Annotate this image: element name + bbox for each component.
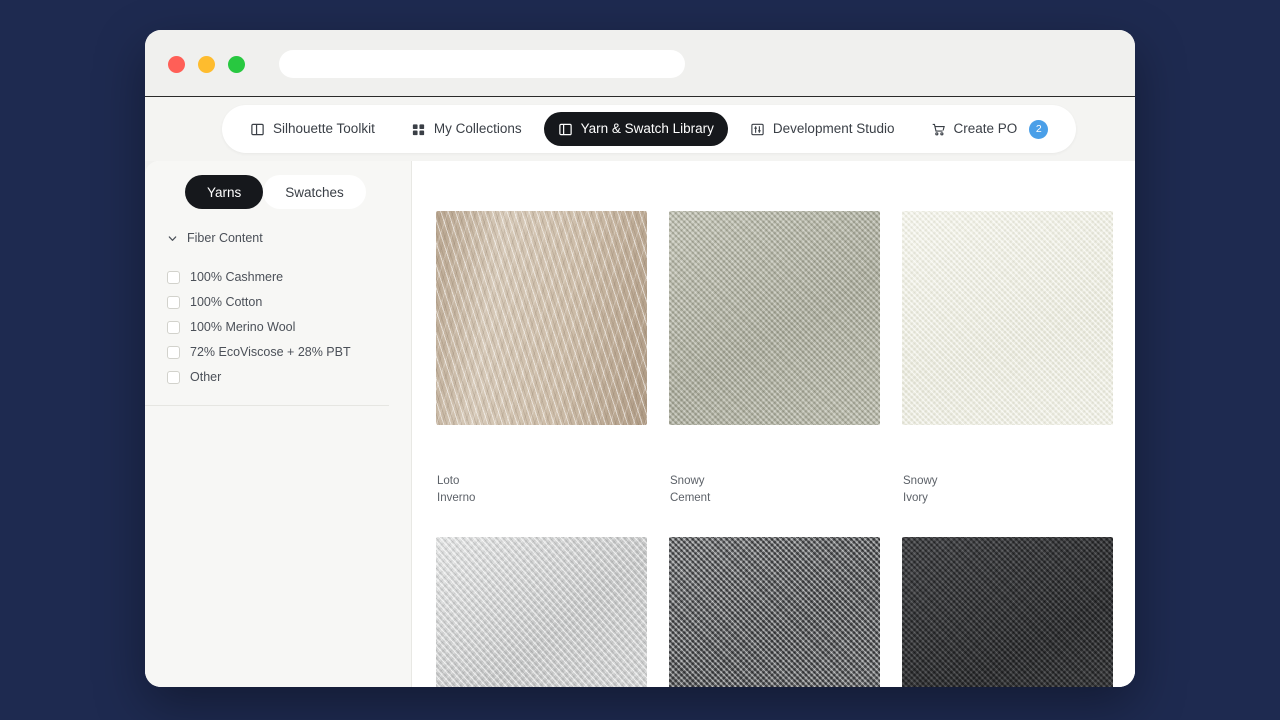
cart-icon [931,122,946,137]
browser-title-bar [145,30,1135,97]
swatch-image[interactable] [669,537,880,687]
cart-count-badge: 2 [1029,119,1049,139]
swatch-image[interactable] [902,537,1113,687]
checkbox-icon[interactable] [167,370,180,384]
nav-item-yarn-swatch-library[interactable]: Yarn & Swatch Library [543,112,728,146]
swatch-name: Loto [437,475,460,487]
grid-icon [411,122,426,137]
filter-option-merino-wool[interactable]: 100% Merino Wool [167,315,411,339]
swatch-image[interactable] [902,211,1113,425]
swatch-image[interactable] [436,537,647,687]
filter-sidebar: Yarns Swatches Fiber Content 100% Cashme… [145,161,412,687]
swatch-color: Cement [670,491,711,504]
checkbox-icon[interactable] [167,345,180,359]
nav-item-label: Create PO [953,121,1018,137]
nav-item-silhouette-toolkit[interactable]: Silhouette Toolkit [236,112,389,146]
checkbox-icon[interactable] [167,320,180,334]
nav-item-create-po[interactable]: Create PO 2 [917,112,1063,146]
maximize-window-button[interactable] [228,56,245,73]
nav-pill-container: Silhouette Toolkit My Collections Yarn &… [222,105,1077,153]
panel-layout-icon [250,122,265,137]
swatch-grid-row-1: Loto Inverno Snowy Cement Snowy Ivory [436,211,1113,506]
browser-window: Silhouette Toolkit My Collections Yarn &… [145,30,1135,687]
swatch-name: Snowy [670,475,705,487]
filter-option-ecoviscose-pbt[interactable]: 72% EcoViscose + 28% PBT [167,340,411,364]
minimize-window-button[interactable] [198,56,215,73]
swatch-image[interactable] [436,211,647,425]
swatch-card[interactable] [669,537,880,687]
swatch-card[interactable]: Snowy Cement [669,211,880,506]
filter-option-cashmere[interactable]: 100% Cashmere [167,265,411,289]
nav-item-label: Silhouette Toolkit [273,121,375,137]
app-body: Yarns Swatches Fiber Content 100% Cashme… [145,161,1135,687]
url-input[interactable] [279,50,685,78]
window-controls [168,56,245,73]
checkbox-icon[interactable] [167,295,180,309]
swatch-name: Snowy [903,475,938,487]
swatch-color: Ivory [903,491,928,504]
nav-item-label: Yarn & Swatch Library [580,121,714,137]
view-type-toggle: Yarns Swatches [185,175,411,209]
nav-item-label: My Collections [433,121,522,137]
sidebar-divider [145,405,389,406]
swatch-card-meta: Snowy Ivory [902,425,1113,506]
swatch-card-meta: Snowy Cement [669,425,880,506]
top-navigation-bar: Silhouette Toolkit My Collections Yarn &… [145,97,1135,161]
swatch-card-meta: Loto Inverno [436,425,647,506]
toggle-swatches[interactable]: Swatches [263,175,366,209]
swatch-card[interactable]: Snowy Ivory [902,211,1113,506]
chevron-down-icon [167,233,178,244]
filter-option-label: 100% Cotton [190,295,263,309]
book-panel-icon [558,122,573,137]
swatch-card[interactable] [902,537,1113,687]
filter-option-label: Other [190,370,222,384]
swatch-card[interactable]: Loto Inverno [436,211,647,506]
checkbox-icon[interactable] [167,270,180,284]
filter-group-title: Fiber Content [187,231,263,245]
swatch-grid-panel: Loto Inverno Snowy Cement Snowy Ivory [412,161,1135,687]
close-window-button[interactable] [168,56,185,73]
filter-option-cotton[interactable]: 100% Cotton [167,290,411,314]
filter-option-label: 100% Merino Wool [190,320,296,334]
nav-item-label: Development Studio [772,121,895,137]
swatch-image[interactable] [669,211,880,425]
filter-group-fiber-content: Fiber Content 100% Cashmere 100% Cotton … [145,231,411,389]
swatch-card[interactable] [436,537,647,687]
toggle-yarns[interactable]: Yarns [185,175,264,209]
swatch-color: Inverno [437,491,476,504]
swatch-grid-row-2 [436,537,1113,687]
filter-option-label: 100% Cashmere [190,270,284,284]
nav-item-development-studio[interactable]: Development Studio [736,112,909,146]
nav-item-my-collections[interactable]: My Collections [397,112,536,146]
filter-option-other[interactable]: Other [167,365,411,389]
filter-option-label: 72% EcoViscose + 28% PBT [190,345,351,359]
filter-group-header[interactable]: Fiber Content [167,231,411,245]
sliders-icon [750,122,765,137]
